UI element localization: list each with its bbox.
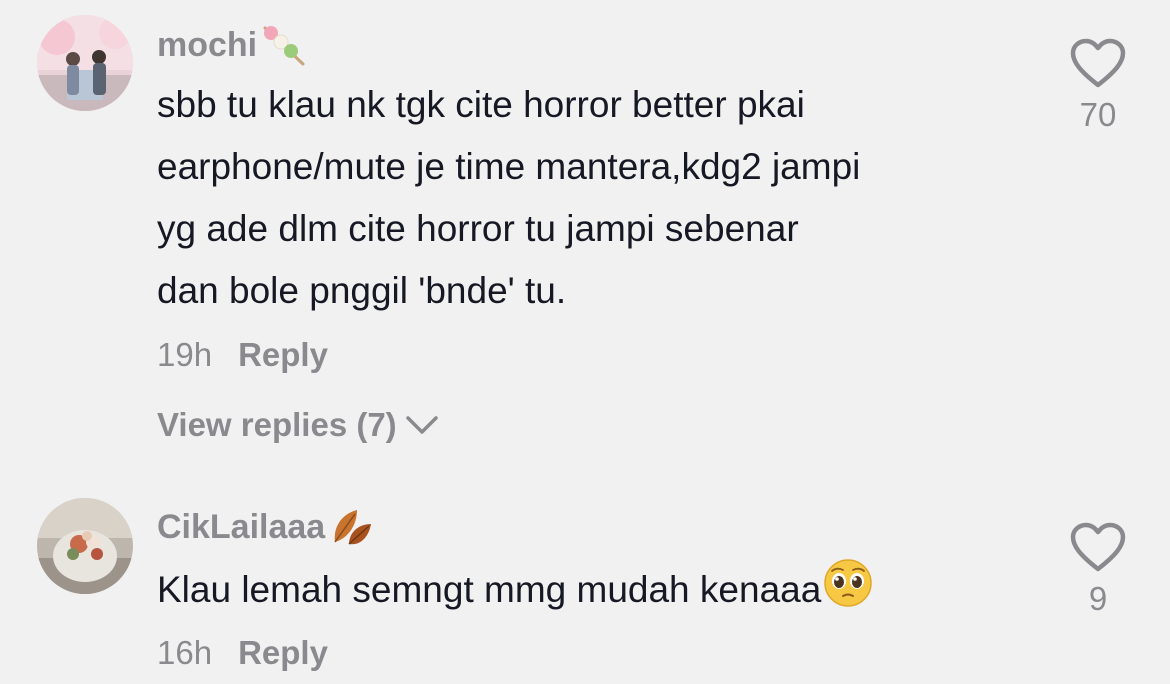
like-count: 70 <box>1079 96 1117 133</box>
like-control: 70 <box>1058 38 1138 134</box>
comment-text-line: sbb tu klau nk tgk cite horror better pk… <box>157 84 805 125</box>
avatar[interactable] <box>37 15 133 111</box>
reply-button[interactable]: Reply <box>238 336 328 374</box>
comment-item: CikLailaaa Klau lemah semngt mmg mudah k… <box>0 470 1170 684</box>
comment-text-line: dan bole pnggil 'bnde' tu. <box>157 270 567 311</box>
comment-text: sbb tu klau nk tgk cite horror better pk… <box>157 74 1037 322</box>
fallen-leaf-icon <box>327 504 377 550</box>
heart-icon[interactable] <box>1070 522 1126 574</box>
comment-text-line: earphone/mute je time mantera,kdg2 jampi <box>157 146 861 187</box>
like-control: 9 <box>1058 522 1138 618</box>
comment-time: 16h <box>157 634 213 671</box>
comment-text-line: yg ade dlm cite horror tu jampi sebenar <box>157 208 799 249</box>
pleading-face-emoji <box>823 558 873 627</box>
username-text: CikLailaaa <box>157 507 326 546</box>
comment-username[interactable]: mochi <box>157 22 309 68</box>
chevron-down-icon <box>405 414 439 436</box>
avatar[interactable] <box>37 498 133 594</box>
reply-button[interactable]: Reply <box>238 634 328 672</box>
dango-icon <box>259 22 309 68</box>
comment-meta: 16h Reply <box>157 634 328 672</box>
comment-text: Klau lemah semngt mmg mudah kenaaa <box>157 558 1037 627</box>
comment-time: 19h <box>157 336 213 373</box>
heart-icon[interactable] <box>1070 38 1126 90</box>
comment-meta: 19h Reply <box>157 336 328 374</box>
username-text: mochi <box>157 25 258 64</box>
view-replies-button[interactable]: View replies (7) <box>157 406 439 444</box>
like-count: 9 <box>1088 580 1108 617</box>
view-replies-label: View replies (7) <box>157 406 397 443</box>
comment-username[interactable]: CikLailaaa <box>157 504 377 550</box>
comment-text-line: Klau lemah semngt mmg mudah kenaaa <box>157 569 822 610</box>
comment-item: mochi sbb tu klau nk tgk cite horror bet… <box>0 0 1170 470</box>
